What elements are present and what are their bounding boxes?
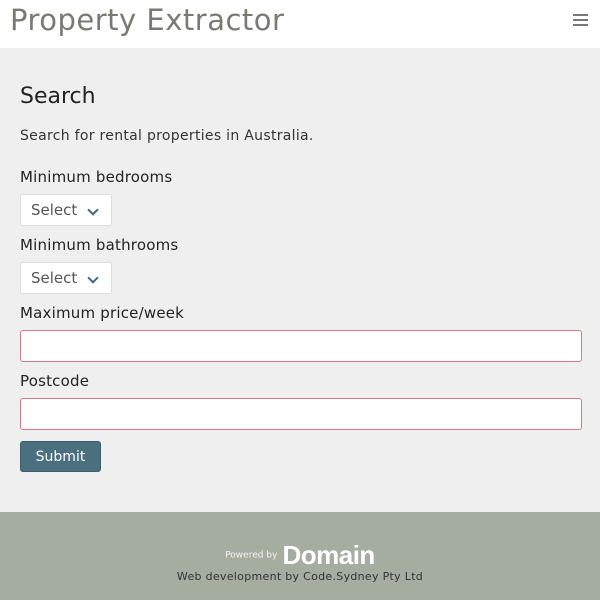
price-label: Maximum price/week — [20, 304, 185, 322]
credit-text: Web development by Code.Sydney Pty Ltd — [176, 570, 424, 583]
postcode-label: Postcode — [20, 372, 90, 390]
app-header: Property Extractor — [0, 0, 600, 48]
powered-by-domain[interactable]: Powered by Domain — [0, 540, 600, 571]
bathrooms-select[interactable]: Select — [20, 262, 112, 294]
submit-button[interactable]: Submit — [20, 441, 101, 472]
intro-text: Search for rental properties in Australi… — [20, 128, 314, 144]
chevron-down-icon — [87, 204, 99, 216]
bedrooms-select-value: Select — [31, 201, 78, 219]
powered-by-text: Powered by — [225, 550, 278, 561]
max-price-input[interactable] — [20, 330, 582, 362]
bedrooms-label: Minimum bedrooms — [20, 168, 173, 186]
footer: Powered by Domain Web development by Cod… — [0, 512, 600, 600]
bathrooms-select-value: Select — [31, 269, 78, 287]
bedrooms-select[interactable]: Select — [20, 194, 112, 226]
bathrooms-label: Minimum bathrooms — [20, 236, 179, 254]
chevron-down-icon — [87, 272, 99, 284]
section-title: Search — [20, 84, 96, 109]
hamburger-menu-icon[interactable] — [573, 14, 588, 26]
domain-logo: Domain — [282, 540, 375, 570]
app-title: Property Extractor — [10, 3, 285, 37]
postcode-input[interactable] — [20, 398, 582, 430]
